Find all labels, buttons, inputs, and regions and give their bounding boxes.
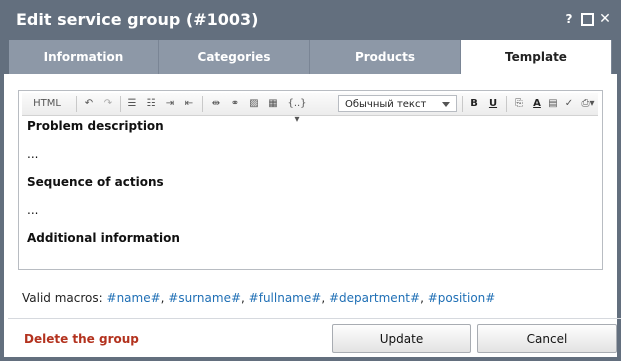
content-heading-problem: Problem description [27,119,164,133]
content-heading-additional: Additional information [27,231,180,245]
update-button[interactable]: Update [332,324,471,353]
editor-toolbar: HTML ↶ ↷ ☰ ☷ ⇥ ⇤ ⇹ ⚭ ▨ ▦ {..}▾ Обычный т… [22,93,598,125]
variable-label: {..} [287,98,307,109]
bulleted-list-icon[interactable]: ☰ [125,96,139,112]
link-icon[interactable]: ⚭ [227,96,243,112]
horizontal-rule-icon[interactable]: ⇹ [208,96,224,112]
paste-icon[interactable]: ⎘ [512,96,526,112]
macro-department[interactable]: #department# [329,291,420,305]
text-color-icon[interactable]: A [530,96,544,112]
macro-name[interactable]: #name# [107,291,161,305]
format-select-value: Обычный текст [345,99,427,110]
format-select[interactable]: Обычный текст [338,95,457,112]
insert-variable-button[interactable]: {..}▾ [285,96,309,125]
redo-icon[interactable]: ↷ [101,96,115,112]
save-icon[interactable]: ▤ [546,96,560,112]
titlebar: Edit service group (#1003) ? ✕ [0,0,621,40]
edit-service-group-dialog: Edit service group (#1003) ? ✕ Informati… [0,0,621,361]
spellcheck-icon[interactable]: ✓ [562,96,576,112]
content-text-2: ... [27,203,39,217]
undo-icon[interactable]: ↶ [82,96,96,112]
dialog-footer: Delete the group Update Cancel [8,318,621,358]
outdent-icon[interactable]: ⇤ [182,96,196,112]
tab-bar: Information Categories Products Template [9,40,612,74]
tab-products[interactable]: Products [310,40,461,74]
delete-group-link[interactable]: Delete the group [24,332,139,346]
indent-icon[interactable]: ⇥ [163,96,177,112]
numbered-list-icon[interactable]: ☷ [144,96,158,112]
cancel-button[interactable]: Cancel [477,324,617,353]
close-icon[interactable]: ✕ [598,12,612,26]
help-icon[interactable]: ? [562,12,576,26]
valid-macros: Valid macros: #name#, #surname#, #fullna… [22,291,496,305]
content-heading-sequence: Sequence of actions [27,175,164,189]
dialog-title: Edit service group (#1003) [16,10,259,29]
tab-information[interactable]: Information [9,40,159,74]
underline-button[interactable]: U [486,96,500,112]
macros-label: Valid macros: [22,291,103,305]
content-text-1: ... [27,147,39,161]
macro-position[interactable]: #position# [428,291,496,305]
html-source-button[interactable]: HTML [30,96,64,112]
macro-fullname[interactable]: #fullname# [249,291,322,305]
rich-text-editor: HTML ↶ ↷ ☰ ☷ ⇥ ⇤ ⇹ ⚭ ▨ ▦ {..}▾ Обычный т… [18,90,603,270]
tab-categories[interactable]: Categories [159,40,310,74]
table-icon[interactable]: ▦ [265,96,281,112]
image-icon[interactable]: ▨ [246,96,262,112]
chevron-down-icon [442,102,450,107]
clipboard-menu-icon[interactable]: ⎙▾ [578,96,598,112]
tab-template[interactable]: Template [461,40,612,74]
macro-surname[interactable]: #surname# [168,291,241,305]
maximize-icon[interactable] [580,12,594,26]
template-panel: HTML ↶ ↷ ☰ ☷ ⇥ ⇤ ⇹ ⚭ ▨ ▦ {..}▾ Обычный т… [4,74,621,357]
bold-button[interactable]: B [467,96,481,112]
